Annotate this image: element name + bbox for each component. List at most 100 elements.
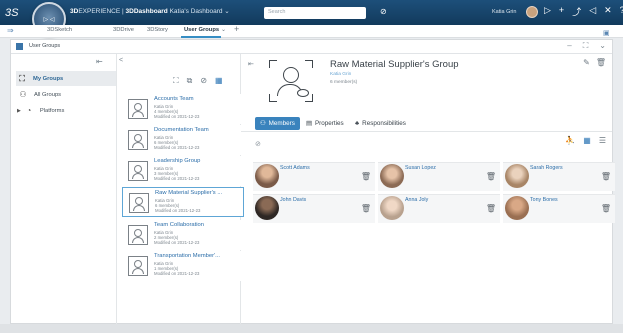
collapse-panel-icon[interactable]: ⇤ bbox=[248, 60, 254, 68]
widget-title: User Groups bbox=[29, 43, 61, 49]
tab-bar: ⇒ 3DSketch 3DDrive 3DStory User Groups ⌄… bbox=[0, 24, 623, 38]
member-card[interactable]: Sarah Rogers 🗑︎ bbox=[503, 162, 615, 191]
group-detail-member-count: 6 member(s) bbox=[330, 80, 358, 85]
group-title[interactable]: Leadership Group bbox=[154, 158, 200, 164]
nav-item-all-groups[interactable]: ⚇ All Groups bbox=[17, 87, 117, 102]
group-modified: Modified on 2021-12-23 bbox=[154, 271, 200, 276]
user-avatar[interactable] bbox=[526, 6, 538, 18]
group-title[interactable]: Team Collaboration bbox=[154, 222, 204, 228]
member-name[interactable]: Scott Adams bbox=[280, 165, 310, 171]
tab-3ddrive[interactable]: 3DDrive bbox=[113, 27, 134, 33]
nav-item-platforms[interactable]: ▶ ◔ Platforms bbox=[17, 103, 117, 118]
grid-view-icon[interactable]: ▦ bbox=[215, 76, 223, 86]
member-name[interactable]: John Davis bbox=[280, 197, 306, 203]
nav-item-my-groups[interactable]: ⛶ My Groups bbox=[16, 71, 116, 86]
member-photo bbox=[255, 164, 279, 188]
add-tab-icon[interactable]: + bbox=[234, 24, 239, 34]
widget-header: User Groups – ⛶ ⌄ bbox=[11, 40, 612, 54]
group-card[interactable]: Team Collaboration Katia Grin 2 member(s… bbox=[122, 220, 244, 250]
left-navigation: ⇤ ⛶ My Groups ⚇ All Groups ▶ ◔ Platforms bbox=[11, 54, 117, 324]
platform-title[interactable]: 3DEXPERIENCE | 3DDashboard Katia's Dashb… bbox=[70, 7, 230, 15]
group-title[interactable]: Raw Material Supplier's ... bbox=[155, 190, 222, 196]
trash-icon[interactable]: 🗑︎ bbox=[486, 204, 496, 213]
group-card-selected[interactable]: Raw Material Supplier's ... Katia Grin 6… bbox=[122, 187, 244, 217]
trash-icon[interactable]: 🗑︎ bbox=[486, 172, 496, 181]
trash-icon[interactable]: 🗑︎ bbox=[361, 204, 371, 213]
no-tag-icon[interactable]: ⊘ bbox=[255, 140, 261, 148]
trash-icon[interactable]: 🗑︎ bbox=[361, 172, 371, 181]
tools-icon[interactable]: ✕ bbox=[604, 5, 612, 18]
member-card[interactable]: Anna Joly 🗑︎ bbox=[378, 194, 500, 223]
search-icon[interactable]: ⌕ ⌄ bbox=[344, 8, 353, 16]
member-name[interactable]: Susan Lopez bbox=[405, 165, 436, 171]
back-icon[interactable]: < bbox=[119, 57, 123, 64]
chevron-down-icon[interactable]: ⌄ bbox=[221, 26, 226, 33]
group-icon bbox=[128, 130, 148, 150]
tab-responsibilities[interactable]: ♣ Responsibilities bbox=[350, 117, 411, 130]
create-group-icon[interactable]: ⛶ bbox=[173, 76, 179, 86]
chat-icon[interactable]: ▣ bbox=[603, 29, 610, 37]
group-card[interactable]: Leadership Group Katia Grin 3 member(s) … bbox=[122, 156, 244, 186]
nav-item-label: All Groups bbox=[34, 91, 62, 98]
app-window: 3S ▷ ◁ 3DEXPERIENCE | 3DDashboard Katia'… bbox=[0, 0, 623, 333]
group-card[interactable]: Accounts Team Katia Grin 4 member(s) Mod… bbox=[122, 94, 244, 124]
compass-launch-icon[interactable]: ▷ bbox=[544, 5, 551, 18]
edit-icon[interactable]: ✎ bbox=[583, 58, 590, 67]
add-member-icon[interactable]: ⛹ bbox=[565, 136, 575, 145]
group-card[interactable]: Transportation Member'... Katia Grin 1 m… bbox=[122, 251, 244, 281]
caret-right-icon[interactable]: ▶ bbox=[17, 108, 21, 114]
grid-view-icon[interactable]: ▦ bbox=[583, 136, 591, 145]
tab-label: Responsibilities bbox=[362, 120, 406, 127]
tab-3dsketch[interactable]: 3DSketch bbox=[47, 27, 72, 33]
chevron-down-icon[interactable]: ⌄ bbox=[599, 41, 606, 51]
platform-icon: ◔ bbox=[26, 106, 32, 115]
list-view-icon[interactable]: ☰ bbox=[599, 136, 606, 145]
import-icon[interactable]: ⧉ bbox=[187, 76, 193, 86]
group-icon bbox=[128, 99, 148, 119]
tab-members[interactable]: ⚇ Members bbox=[255, 117, 300, 130]
tab-3dstory[interactable]: 3DStory bbox=[147, 27, 168, 33]
member-photo bbox=[505, 196, 529, 220]
trash-icon[interactable]: 🗑︎ bbox=[601, 172, 611, 181]
group-detail-title: Raw Material Supplier's Group bbox=[330, 59, 459, 70]
collapse-icon[interactable]: ⇤ bbox=[96, 57, 103, 66]
app-icon bbox=[16, 43, 23, 50]
groups-icon: ⚇ bbox=[19, 90, 27, 99]
group-icon: ⛶ bbox=[19, 73, 25, 83]
group-title[interactable]: Documentation Team bbox=[154, 127, 209, 133]
send-icon[interactable]: ◁ bbox=[589, 5, 596, 18]
member-name[interactable]: Tony Bones bbox=[530, 197, 558, 203]
group-card[interactable]: Documentation Team Katia Grin 6 member(s… bbox=[122, 125, 244, 155]
trash-icon[interactable]: 🗑︎ bbox=[601, 204, 611, 213]
group-title[interactable]: Transportation Member'... bbox=[154, 253, 220, 259]
member-card[interactable]: Susan Lopez 🗑︎ bbox=[378, 162, 500, 191]
top-actions: ▷ + ⤴ ◁ ✕ ? bbox=[544, 5, 623, 18]
share-icon[interactable]: ⤴ bbox=[572, 5, 581, 18]
minimize-icon[interactable]: – bbox=[567, 41, 571, 51]
member-card[interactable]: Tony Bones 🗑︎ bbox=[503, 194, 615, 223]
group-detail-owner[interactable]: Katia Grin bbox=[330, 72, 351, 77]
trash-icon[interactable]: 🗑︎ bbox=[596, 58, 606, 67]
tab-user-groups[interactable]: User Groups bbox=[184, 27, 219, 33]
member-card[interactable]: John Davis 🗑︎ bbox=[253, 194, 375, 223]
member-name[interactable]: Anna Joly bbox=[405, 197, 428, 203]
nav-item-label: Platforms bbox=[39, 107, 65, 114]
user-name[interactable]: Katia Grin bbox=[492, 9, 516, 15]
group-title[interactable]: Accounts Team bbox=[154, 96, 194, 102]
tab-toggle-icon[interactable]: ⇒ bbox=[7, 26, 14, 35]
member-photo bbox=[380, 164, 404, 188]
tab-label: Properties bbox=[314, 120, 344, 127]
tag-icon[interactable]: ⊘ bbox=[380, 7, 387, 16]
member-photo bbox=[255, 196, 279, 220]
member-name[interactable]: Sarah Rogers bbox=[530, 165, 563, 171]
detail-tabs: ⚇ Members ▤ Properties ♣ Responsibilitie… bbox=[241, 115, 612, 132]
no-tag-icon[interactable]: ⊘ bbox=[200, 76, 207, 86]
group-list: < ⛶ ⧉ ⊘ ▦ Accounts Team Katia Grin 4 mem… bbox=[117, 54, 244, 324]
group-modified: Modified on 2021-12-23 bbox=[154, 114, 200, 119]
members-toolbar: ⛹ ▦ ☰ bbox=[565, 136, 606, 145]
add-icon[interactable]: + bbox=[559, 5, 564, 18]
bottom-strip bbox=[0, 324, 623, 333]
maximize-icon[interactable]: ⛶ bbox=[583, 41, 589, 51]
tab-properties[interactable]: ▤ Properties bbox=[301, 117, 349, 130]
member-card[interactable]: Scott Adams 🗑︎ bbox=[253, 162, 375, 191]
